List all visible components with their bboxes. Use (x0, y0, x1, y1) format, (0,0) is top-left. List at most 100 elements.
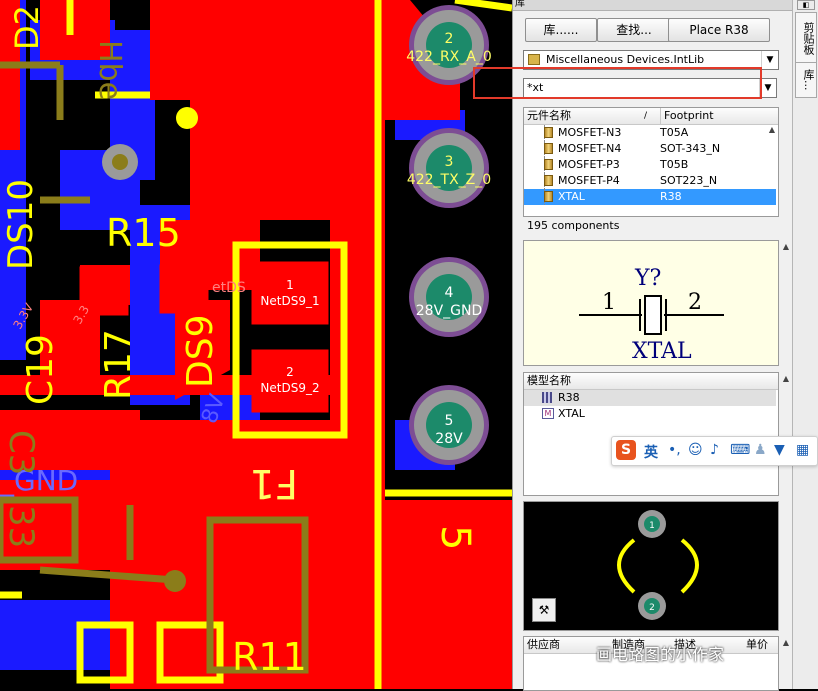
component-name: XTAL (558, 190, 585, 203)
component-row[interactable]: XTAL R38 (524, 189, 776, 205)
designator-r17: R17 (98, 329, 139, 400)
component-count: 195 components (527, 219, 620, 232)
search-button[interactable]: 查找... (597, 18, 671, 42)
component-footprint: T05B (660, 158, 689, 171)
pcb-canvas[interactable]: 2 422_RX_A_0 3 422_TX_Z_0 4 28V_GND 5 28… (0, 0, 512, 689)
footprint-pad2-label: 2 (649, 603, 655, 613)
component-icon (544, 191, 553, 202)
footprint-preview-graphic: 1 2 (617, 510, 699, 620)
footprint-pad1-label: 1 (649, 521, 655, 531)
tab-clipboard[interactable]: 剪贴板 (795, 12, 817, 64)
component-icon (544, 143, 553, 154)
symbol-designator: Y? (634, 266, 661, 291)
supplier-scroll-up-icon[interactable]: ▲ (780, 637, 792, 649)
col-component-name[interactable]: 元件名称 (527, 108, 571, 124)
xtal-symbol-icon: Y? 1 2 XTAL (579, 266, 724, 364)
symbol-scroll-up-icon[interactable]: ▲ (780, 241, 792, 253)
component-name: MOSFET-P3 (558, 158, 620, 171)
toolbox-icon[interactable]: ▦ (796, 442, 809, 458)
model-row-xtal[interactable]: M XTAL (524, 406, 776, 422)
user-icon[interactable]: ♟ (754, 442, 767, 458)
component-row[interactable]: MOSFET-N4 SOT-343_N (524, 141, 776, 157)
model-name-xtal: XTAL (558, 407, 585, 420)
component-name: MOSFET-P4 (558, 174, 620, 187)
component-table: 元件名称 / Footprint MOSFET-N3 T05A MOSFET-N4 S… (523, 107, 779, 217)
symbol-preview: Y? 1 2 XTAL ▲ (523, 240, 789, 366)
designator-r11: R11 (232, 635, 307, 679)
ime-toolbar[interactable]: S 英 •, ☺ ♪ ⌨ ♟ ▼ ▦ (611, 436, 818, 466)
ime-language[interactable]: 英 (644, 442, 658, 462)
hbe-text: Hbe (92, 40, 127, 100)
sim-model-icon: M (542, 408, 554, 419)
component-footprint: R38 (660, 190, 682, 203)
table-scroll-up-icon[interactable]: ▲ (766, 124, 778, 136)
component-icon (544, 175, 553, 186)
3d-view-icon[interactable]: ⚒ (532, 598, 556, 622)
col-footprint[interactable]: Footprint (660, 108, 714, 124)
designator-pin5: 5 (432, 525, 478, 550)
library-icon (528, 54, 540, 65)
symbol-pin2: 2 (688, 290, 702, 315)
pad-4-net: 28V_GND (416, 303, 483, 319)
watermark: 画电路图的小作家 (596, 645, 725, 664)
model-row-r38[interactable]: R38 (524, 390, 776, 406)
component-icon (544, 159, 553, 170)
col-supplier[interactable]: 供应商 (527, 637, 560, 653)
library-button[interactable]: 库...... (525, 18, 597, 42)
smd-pad-2-net: NetDS9_2 (260, 381, 319, 395)
model-scroll-up-icon[interactable]: ▲ (780, 373, 792, 385)
c3-text: C3 (1, 430, 41, 475)
component-name: MOSFET-N4 (558, 142, 622, 155)
component-row[interactable]: MOSFET-P4 SOT223_N (524, 173, 776, 189)
emoji-icon[interactable]: ☺ (688, 442, 703, 458)
symbol-pin1: 1 (602, 290, 616, 315)
chevron-down-icon[interactable]: ▼ (761, 51, 778, 69)
col-model-name[interactable]: 模型名称 (527, 373, 571, 389)
pad-5-net: 28V (435, 431, 463, 447)
pad-2-net: 422_RX_A_0 (406, 49, 492, 65)
component-footprint: T05A (660, 126, 689, 139)
symbol-name: XTAL (632, 339, 692, 364)
tab-library[interactable]: 库... (795, 62, 817, 98)
component-footprint: SOT-343_N (660, 142, 721, 155)
col-unit-price[interactable]: 单价 (746, 637, 768, 653)
highlight-annotation (473, 67, 762, 99)
designator-f1: F1 (250, 460, 298, 506)
designator-c19: C19 (20, 334, 61, 405)
pad-4-number: 4 (445, 285, 454, 301)
component-icon (544, 127, 553, 138)
smd-pad-1-number: 1 (286, 278, 294, 292)
panel-title: 库 (515, 0, 525, 9)
pad-3-net: 422_TX_Z_0 (407, 172, 491, 188)
model-name-r38: R38 (558, 391, 580, 404)
pad-3-number: 3 (445, 154, 454, 170)
designator-ds10: DS10 (1, 179, 41, 270)
footprint-preview: 1 2 ⚒ (523, 501, 779, 631)
component-footprint: SOT223_N (660, 174, 718, 187)
pad-5-number: 5 (445, 413, 454, 429)
pad-2-number: 2 (445, 31, 454, 47)
netds-text: etDS (212, 280, 246, 296)
keyboard-icon[interactable]: ⌨ (730, 442, 750, 458)
sogou-logo-icon: S (616, 440, 636, 460)
component-row[interactable]: MOSFET-P3 T05B (524, 157, 776, 173)
smd-pad-1-net: NetDS9_1 (260, 294, 319, 308)
library-panel: 库 库...... 查找... Place R38 Miscellaneous … (512, 0, 795, 691)
sort-icon: / (644, 111, 648, 121)
n33-text: 33 (1, 505, 41, 548)
designator-r15: R15 (106, 211, 181, 255)
designator-d2: D2 (8, 5, 46, 50)
smd-pad-2-number: 2 (286, 365, 294, 379)
designator-ds9: DS9 (180, 315, 221, 388)
model-table: 模型名称 R38 M XTAL ▲ (523, 372, 789, 496)
right-panel-tabs: ◧ 剪贴板 库... (792, 0, 818, 689)
place-button[interactable]: Place R38 (668, 18, 770, 42)
model-table-header: 模型名称 (524, 373, 778, 390)
punctuation-icon[interactable]: •, (668, 442, 681, 458)
skin-icon[interactable]: ▼ (774, 442, 785, 458)
component-table-header: 元件名称 / Footprint (524, 108, 778, 125)
voice-icon[interactable]: ♪ (710, 442, 719, 458)
panel-title-bar: 库 (513, 0, 795, 11)
component-row[interactable]: MOSFET-N3 T05A (524, 125, 776, 141)
sidebar-top-icon[interactable]: ◧ (797, 0, 815, 10)
